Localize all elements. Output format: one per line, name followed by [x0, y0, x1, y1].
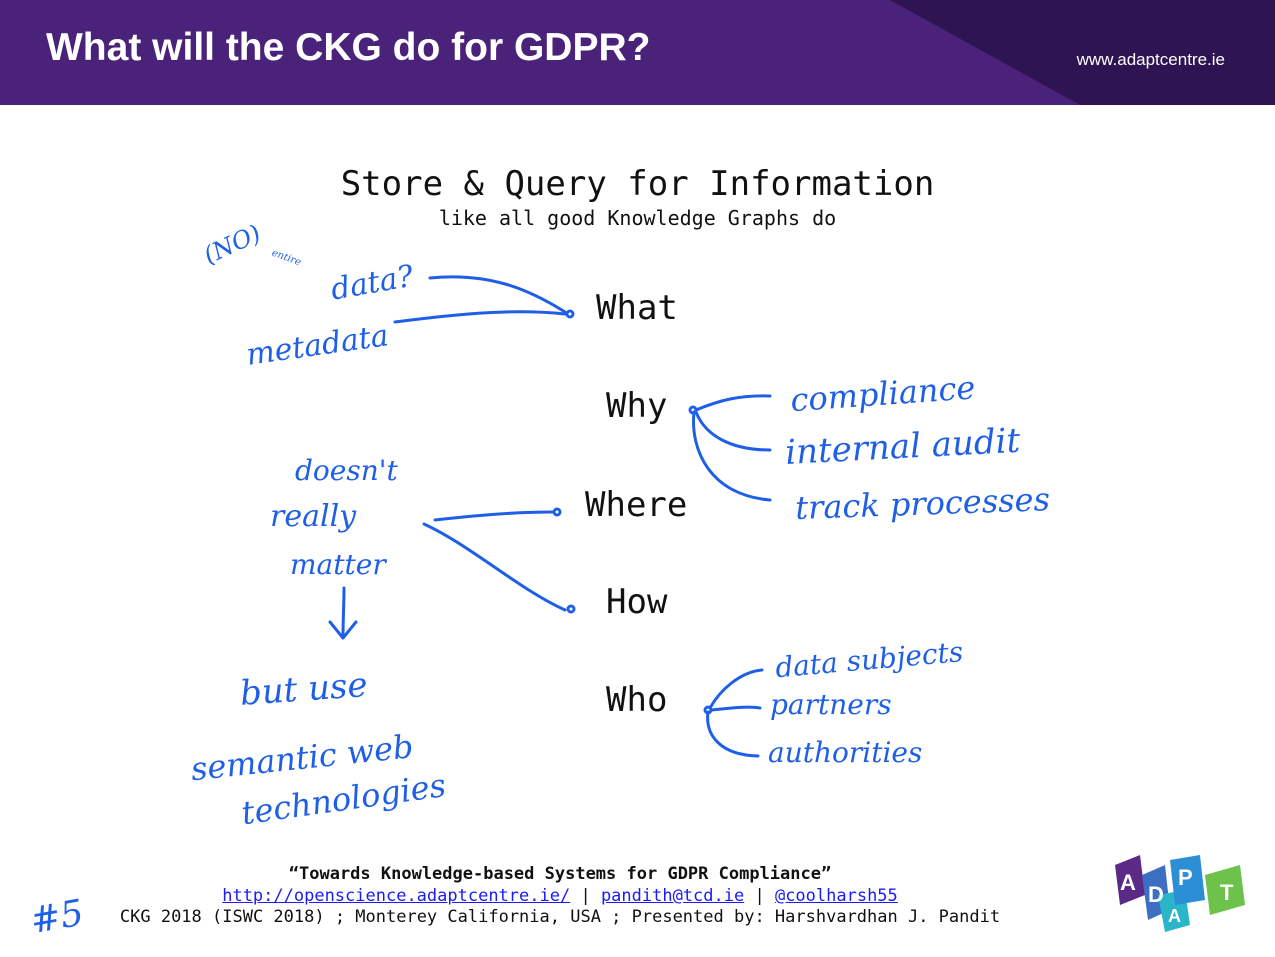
node-where	[552, 507, 562, 517]
annotation-metadata: metadata	[244, 318, 391, 373]
connector-where	[433, 510, 554, 522]
connector-metadata-what	[393, 310, 567, 324]
down-arrow	[341, 586, 346, 638]
adapt-logo: A D A P T	[1115, 855, 1245, 932]
annotation-but-use: but use	[239, 665, 369, 714]
annotation-internal-audit: internal audit	[784, 421, 1021, 473]
logo-letter-t: T	[1220, 880, 1234, 905]
footer-separator: |	[570, 886, 601, 906]
annotation-data: data?	[328, 259, 417, 308]
branch-data-subjects	[708, 668, 764, 710]
branch-internal-audit	[694, 410, 772, 452]
branch-partners	[710, 705, 762, 712]
annotation-track-processes: track processes	[795, 480, 1051, 527]
footer-links: http://openscience.adaptcentre.ie/ | pan…	[0, 886, 1120, 906]
annotation-partners: partners	[770, 688, 892, 721]
connector-how	[422, 522, 567, 612]
connector-data-what	[428, 275, 567, 314]
handwritten-annotations: (NO) entire data? metadata compliance in…	[27, 219, 1051, 942]
annotation-compliance: compliance	[789, 368, 976, 419]
node-how	[566, 604, 576, 614]
footer-separator: |	[744, 886, 775, 906]
annotation-matter: matter	[290, 548, 387, 581]
logo-letter-a2: A	[1168, 906, 1181, 926]
annotation-data-subjects: data subjects	[774, 635, 965, 684]
node-what	[565, 309, 575, 319]
footer-link-site[interactable]: http://openscience.adaptcentre.ie/	[222, 886, 570, 906]
annotation-entire: entire	[270, 248, 302, 269]
footer-link-twitter[interactable]: @coolharsh55	[775, 886, 898, 906]
footer-paper-title: “Towards Knowledge-based Systems for GDP…	[288, 864, 832, 884]
footer-link-email[interactable]: pandith@tcd.ie	[601, 886, 744, 906]
annotation-authorities: authorities	[768, 736, 922, 769]
annotation-really: really	[270, 499, 357, 534]
branch-compliance	[694, 394, 772, 412]
logo-letter-p: P	[1178, 865, 1193, 890]
annotation-doesnt: doesn't	[295, 454, 398, 487]
annotation-no: (NO)	[199, 219, 265, 269]
logo-letter-a1: A	[1120, 870, 1136, 895]
branch-authorities	[706, 710, 760, 758]
footer-event: CKG 2018 (ISWC 2018) ; Monterey Californ…	[119, 907, 1001, 927]
logo-letter-d: D	[1148, 882, 1164, 907]
